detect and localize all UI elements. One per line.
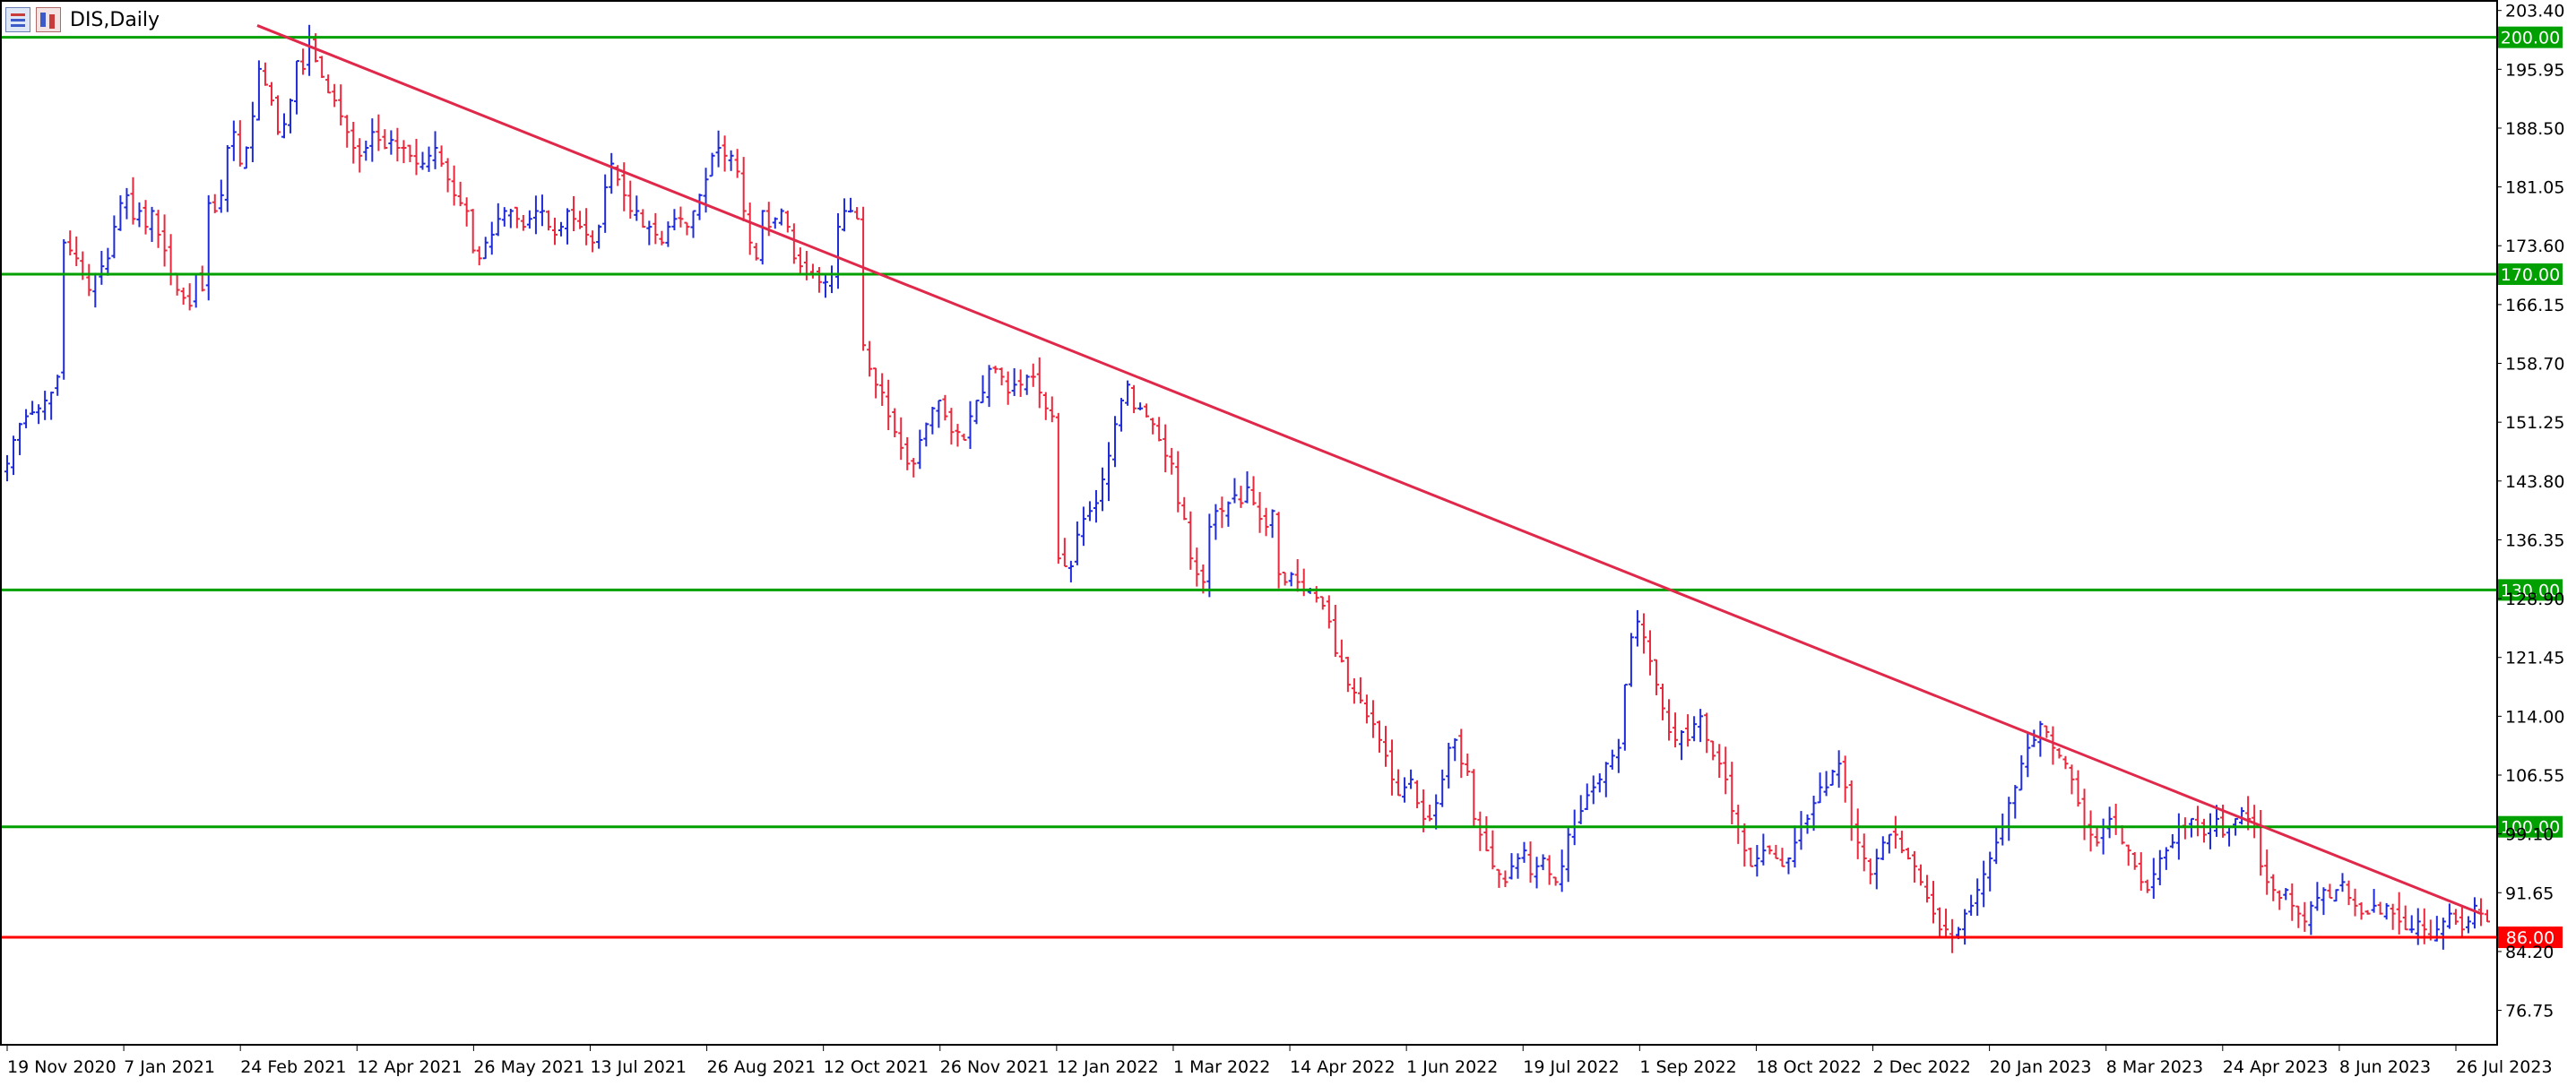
- x-tick-label: 8 Jun 2023: [2339, 1057, 2431, 1077]
- y-tick-label: 166.15: [2505, 296, 2564, 315]
- x-tick-label: 24 Feb 2021: [240, 1057, 346, 1077]
- y-tick-label: 128.90: [2505, 590, 2564, 609]
- x-tick-label: 19 Nov 2020: [7, 1057, 117, 1077]
- price-chart[interactable]: 200.00170.00130.00100.0086.00203.40195.9…: [0, 0, 2576, 1086]
- x-tick-label: 24 Apr 2023: [2223, 1057, 2328, 1077]
- x-tick-label: 1 Sep 2022: [1639, 1057, 1736, 1077]
- x-tick-label: 14 Apr 2022: [1290, 1057, 1395, 1077]
- chart-container: DIS,Daily 200.00 170.00 130.00 100.00 86.00 2…: [0, 0, 2576, 1086]
- x-tick-label: 1 Mar 2022: [1173, 1057, 1270, 1077]
- y-tick-label: 143.80: [2505, 472, 2564, 492]
- x-tick-label: 12 Jan 2022: [1057, 1057, 1159, 1077]
- x-axis: 19 Nov 2020 7 Jan 2021 24 Feb 2021 12 Apr 2…: [6, 1044, 2553, 1077]
- y-tick-label: 195.95: [2505, 60, 2564, 80]
- level-price-label: 170.00: [2501, 265, 2560, 285]
- x-tick-label: 20 Jan 2023: [1990, 1057, 2092, 1077]
- chart-candles-icon[interactable]: [36, 7, 61, 32]
- y-tick-label: 121.45: [2505, 649, 2564, 668]
- y-tick-label: 188.50: [2505, 119, 2564, 139]
- x-tick-label: 18 Oct 2022: [1756, 1057, 1861, 1077]
- chart-toolbar: DIS,Daily: [5, 7, 160, 32]
- y-axis: 200.00170.00130.00100.0086.00203.40195.9…: [2496, 2, 2564, 1021]
- y-tick-label: 99.10: [2505, 825, 2554, 845]
- y-tick-label: 136.35: [2505, 530, 2564, 550]
- y-tick-label: 151.25: [2505, 413, 2564, 433]
- x-tick-label: 12 Apr 2021: [357, 1057, 462, 1077]
- y-tick-label: 173.60: [2505, 237, 2564, 256]
- chart-bars-icon[interactable]: [5, 7, 30, 32]
- x-tick-label: 13 Jul 2021: [590, 1057, 687, 1077]
- x-tick-label: 19 Jul 2022: [1523, 1057, 1620, 1077]
- x-tick-label: 26 Nov 2021: [940, 1057, 1050, 1077]
- x-tick-label: 12 Oct 2021: [824, 1057, 929, 1077]
- y-tick-label: 158.70: [2505, 355, 2564, 375]
- y-tick-label: 76.75: [2505, 1002, 2554, 1021]
- x-tick-label: 7 Jan 2021: [124, 1057, 215, 1077]
- y-tick-label: 181.05: [2505, 178, 2564, 198]
- x-tick-label: 8 Mar 2023: [2106, 1057, 2203, 1077]
- x-tick-label: 26 May 2021: [473, 1057, 584, 1077]
- y-tick-label: 84.20: [2505, 943, 2554, 962]
- x-tick-label: 26 Jul 2023: [2456, 1057, 2553, 1077]
- symbol-label: DIS,Daily: [70, 8, 160, 31]
- y-tick-label: 91.65: [2505, 883, 2554, 903]
- y-tick-label: 106.55: [2505, 766, 2564, 786]
- x-tick-label: 1 Jun 2022: [1406, 1057, 1498, 1077]
- y-tick-label: 203.40: [2505, 2, 2564, 22]
- x-tick-label: 2 Dec 2022: [1873, 1057, 1971, 1077]
- x-tick-label: 26 Aug 2021: [707, 1057, 817, 1077]
- y-tick-label: 114.00: [2505, 707, 2564, 727]
- plot-frame: [0, 0, 2498, 1046]
- level-price-label: 200.00: [2501, 29, 2560, 48]
